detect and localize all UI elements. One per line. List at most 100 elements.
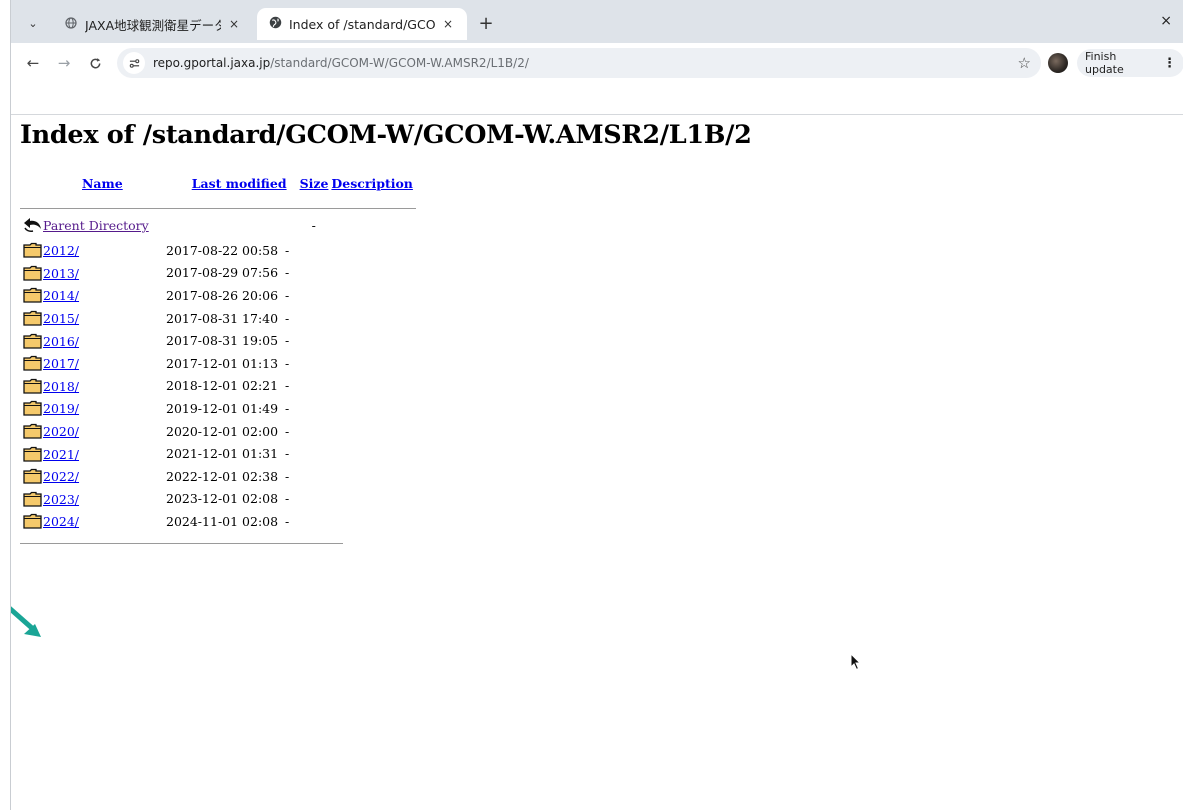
tab-search-button[interactable]: ⌄	[21, 11, 45, 35]
size-cell: -	[285, 242, 290, 258]
folder-link[interactable]: 2015/	[43, 311, 79, 326]
description-cell	[317, 420, 343, 443]
size-column-header: Size	[290, 172, 332, 194]
forward-arrow-icon: →	[57, 54, 71, 72]
name-cell: 2014/	[20, 284, 161, 307]
tab-close-icon[interactable]: ×	[225, 17, 243, 31]
size-cell: -	[285, 468, 290, 484]
folder-icon	[23, 400, 43, 417]
globe-icon	[63, 16, 79, 32]
sort-by-name-link[interactable]: Name	[82, 176, 123, 191]
directory-listing: Name Last modified Size Description Pare…	[20, 172, 416, 237]
description-cell	[317, 352, 343, 375]
modified-cell	[152, 214, 290, 237]
forward-button[interactable]: →	[52, 51, 76, 75]
url-text[interactable]: repo.gportal.jaxa.jp/standard/GCOM-W/GCO…	[153, 56, 529, 70]
size-cell: -	[285, 400, 290, 416]
size-cell: -	[311, 217, 316, 233]
size-cell: -	[285, 513, 290, 529]
name-cell: 2018/	[20, 375, 161, 398]
table-row: 2014/2017-08-26 20:06-	[20, 284, 343, 307]
description-cell	[317, 262, 343, 285]
table-row: 2019/2019-12-01 01:49-	[20, 397, 343, 420]
description-cell	[317, 329, 343, 352]
divider	[20, 543, 343, 545]
folder-icon	[23, 446, 43, 462]
table-row: 2013/2017-08-29 07:56-	[20, 262, 343, 285]
back-arrow-icon: ←	[26, 54, 40, 72]
sort-by-description-link[interactable]: Description	[331, 176, 412, 191]
site-info-icon[interactable]	[123, 52, 145, 74]
modified-cell: 2017-08-29 07:56	[166, 265, 279, 281]
tab-index[interactable]: Index of /standard/GCOM ×	[257, 8, 467, 40]
size-cell: -	[285, 355, 290, 371]
finish-update-button[interactable]: Finish update ⋮	[1077, 49, 1183, 77]
kebab-menu-icon[interactable]: ⋮	[1163, 56, 1176, 71]
modified-cell: 2021-12-01 01:31	[166, 446, 279, 462]
window-close-button[interactable]: ×	[1160, 13, 1172, 29]
name-cell: 2012/	[20, 239, 161, 262]
name-cell: 2013/	[20, 262, 161, 285]
url-path: /standard/GCOM-W/GCOM-W.AMSR2/L1B/2/	[270, 56, 529, 70]
modified-cell: 2019-12-01 01:49	[166, 400, 279, 416]
parent-directory-row: Parent Directory -	[20, 214, 416, 237]
folder-link[interactable]: 2012/	[43, 243, 79, 258]
folder-link[interactable]: 2021/	[43, 447, 79, 462]
folder-link[interactable]: 2014/	[43, 288, 79, 303]
bookmark-star-icon[interactable]: ☆	[1018, 54, 1031, 72]
folder-link[interactable]: 2018/	[43, 379, 79, 394]
folder-link[interactable]: 2023/	[43, 492, 79, 507]
description-cell	[317, 488, 343, 511]
address-bar[interactable]: repo.gportal.jaxa.jp/standard/GCOM-W/GCO…	[117, 48, 1041, 78]
new-tab-button[interactable]: +	[475, 12, 497, 34]
table-row: 2015/2017-08-31 17:40-	[20, 307, 343, 330]
name-cell: 2020/	[20, 420, 161, 443]
profile-avatar[interactable]	[1048, 53, 1068, 73]
folder-link[interactable]: 2022/	[43, 469, 79, 484]
folder-link[interactable]: 2024/	[43, 514, 79, 529]
folder-link[interactable]: 2013/	[43, 266, 79, 281]
url-host: repo.gportal.jaxa.jp	[153, 56, 271, 70]
page-title: Index of /standard/GCOM-W/GCOM-W.AMSR2/L…	[20, 120, 752, 150]
folder-link[interactable]: 2016/	[43, 334, 79, 349]
modified-cell: 2024-11-01 02:08	[166, 513, 279, 529]
parent-directory-link[interactable]: Parent Directory	[43, 218, 149, 233]
folder-icon	[23, 355, 43, 371]
reload-icon	[90, 57, 100, 68]
folder-link[interactable]: 2019/	[43, 401, 79, 416]
back-arrow-icon	[23, 217, 43, 233]
name-cell: 2015/	[20, 307, 161, 330]
folder-link[interactable]: 2017/	[43, 356, 79, 371]
name-cell: 2019/	[20, 397, 161, 420]
tab-jaxa[interactable]: JAXA地球観測衛星データ ×	[53, 8, 253, 40]
folder-icon	[23, 265, 43, 281]
finish-update-label: Finish update	[1085, 50, 1124, 76]
table-row: 2017/2017-12-01 01:13-	[20, 352, 343, 375]
description-column-header: Description	[331, 172, 415, 194]
listing-header-row: Name Last modified Size Description	[20, 172, 416, 194]
folder-link[interactable]: 2020/	[43, 424, 79, 439]
back-button[interactable]: ←	[21, 51, 45, 75]
modified-cell: 2017-12-01 01:13	[166, 355, 279, 371]
description-cell	[317, 307, 343, 330]
size-cell: -	[285, 378, 290, 394]
table-row: 2018/2018-12-01 02:21-	[20, 375, 343, 398]
name-cell: 2023/	[20, 488, 161, 511]
description-cell	[317, 239, 343, 262]
name-column-header: Name	[42, 172, 152, 194]
tab-close-icon[interactable]: ×	[439, 17, 457, 31]
description-cell	[317, 284, 343, 307]
chevron-down-icon: ⌄	[28, 16, 38, 30]
description-cell	[331, 214, 415, 237]
sort-by-modified-link[interactable]: Last modified	[192, 176, 287, 191]
name-cell: 2022/	[20, 465, 161, 488]
size-cell: -	[285, 333, 290, 349]
modified-cell: 2018-12-01 02:21	[166, 378, 279, 394]
tab-strip: ⌄ JAXA地球観測衛星データ × Index of /standard/GCO…	[11, 0, 1183, 43]
reload-button[interactable]	[83, 51, 107, 75]
size-cell: -	[285, 265, 290, 281]
size-cell: -	[285, 287, 290, 303]
sort-by-size-link[interactable]: Size	[300, 176, 329, 191]
table-row: 2022/2022-12-01 02:38-	[20, 465, 343, 488]
modified-cell: 2017-08-22 00:58	[166, 242, 279, 258]
